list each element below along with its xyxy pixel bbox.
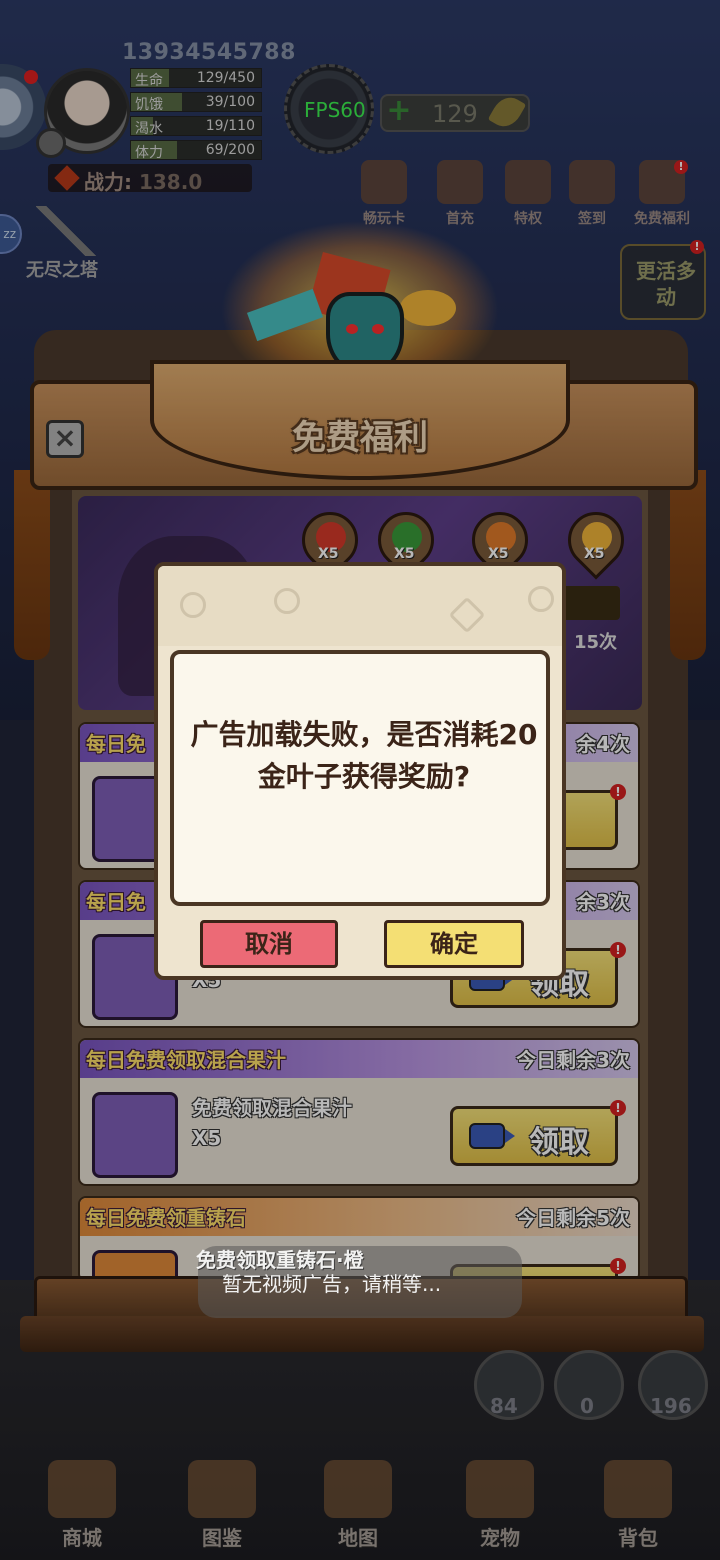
swirl-decor-icon xyxy=(180,592,206,618)
dialog-message: 广告加载失败，是否消耗20金叶子获得奖励? xyxy=(190,718,538,793)
dialog-header-decor xyxy=(158,566,562,646)
swirl-decor-icon xyxy=(528,586,554,612)
swirl-decor-icon xyxy=(274,588,300,614)
diamond-decor-icon xyxy=(448,596,486,634)
confirm-dialog: 广告加载失败，是否消耗20金叶子获得奖励? 取消 确定 xyxy=(154,562,566,980)
toast-message: 暂无视频广告，请稍等... xyxy=(222,1272,442,1296)
confirm-button[interactable]: 确定 xyxy=(384,920,524,968)
cancel-button[interactable]: 取消 xyxy=(200,920,338,968)
dialog-body: 广告加载失败，是否消耗20金叶子获得奖励? xyxy=(170,650,550,906)
